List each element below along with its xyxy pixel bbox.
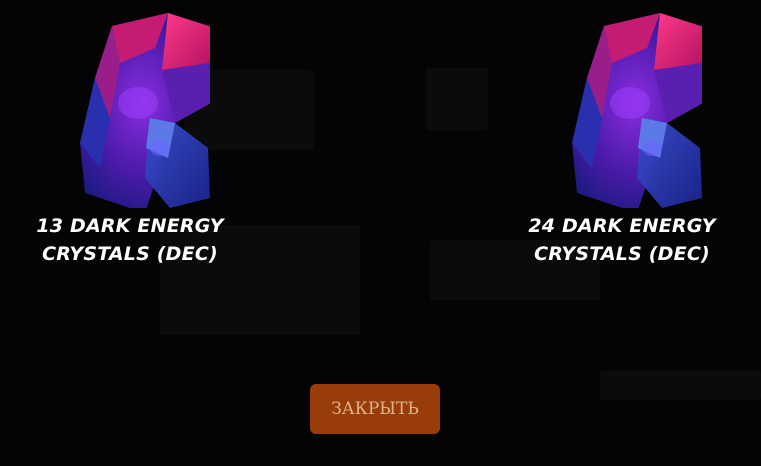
reward-item: 24 DARK ENERGY CRYSTALS (DEC) [522, 8, 722, 268]
dark-energy-crystal-icon [80, 13, 210, 208]
close-button[interactable]: ЗАКРЫТЬ [310, 384, 440, 434]
dark-energy-crystal-icon [572, 13, 702, 208]
reward-item: 13 DARK ENERGY CRYSTALS (DEC) [30, 8, 230, 268]
background-panel [426, 68, 488, 130]
reward-label: 24 DARK ENERGY CRYSTALS (DEC) [528, 215, 716, 265]
background-panel [600, 370, 761, 400]
reward-label: 13 DARK ENERGY CRYSTALS (DEC) [36, 215, 224, 265]
reward-popup-overlay: 13 DARK ENERGY CRYSTALS (DEC) 24 DARK EN… [0, 0, 761, 466]
